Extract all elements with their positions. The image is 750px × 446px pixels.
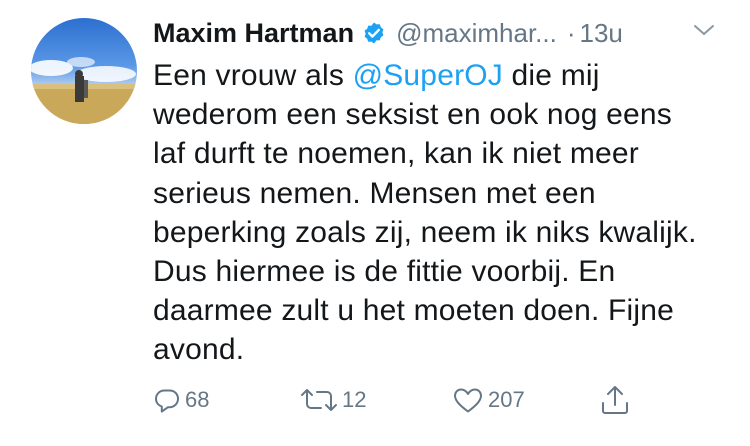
like-button[interactable]: 207 bbox=[452, 378, 525, 422]
chevron-down-icon[interactable] bbox=[692, 22, 716, 38]
timestamp[interactable]: 13u bbox=[580, 18, 623, 49]
tweet-text: Een vrouw als @SuperOJ die mij wederom e… bbox=[153, 56, 738, 370]
tweet-text-segment: Een vrouw als bbox=[153, 59, 353, 92]
speech-bubble-icon bbox=[155, 389, 179, 413]
tweet-text-line: daarmee zult u het moeten doen. Fijne bbox=[153, 294, 675, 328]
retweet-button[interactable]: 12 bbox=[300, 378, 366, 422]
share-upload-icon bbox=[602, 386, 628, 414]
share-button[interactable] bbox=[600, 378, 630, 422]
tweet-header: Maxim Hartman @maximhar... · 13u bbox=[153, 13, 723, 53]
tweet-text-segment: die mij bbox=[503, 59, 600, 92]
heart-icon bbox=[454, 388, 482, 413]
reply-button[interactable]: 68 bbox=[153, 378, 209, 422]
author-handle[interactable]: @maximhar... bbox=[396, 18, 557, 49]
retweet-count: 12 bbox=[342, 387, 367, 412]
tweet-text-line: wederom een seksist en ook nog eens bbox=[153, 98, 672, 132]
author-name[interactable]: Maxim Hartman bbox=[153, 18, 354, 49]
tweet-text-line: beperking zoals zij, neem ik niks kwalij… bbox=[153, 215, 697, 249]
tweet-text-line: Dus hiermee is de fittie voorbij. En bbox=[153, 255, 616, 289]
tweet-actions: 68 12 207 bbox=[0, 378, 750, 422]
avatar[interactable] bbox=[31, 18, 137, 124]
mention-link[interactable]: @SuperOJ bbox=[353, 59, 503, 92]
separator-dot: · bbox=[566, 17, 576, 48]
tweet-text-line: Een vrouw als @SuperOJ die mij bbox=[153, 56, 738, 95]
tweet-text-line: avond. bbox=[153, 333, 245, 367]
like-count: 207 bbox=[488, 387, 525, 412]
tweet-text-line: serieus nemen. Mensen met een bbox=[153, 176, 596, 210]
verified-badge-icon bbox=[364, 22, 384, 44]
avatar-photo bbox=[31, 57, 137, 124]
retweet-arrows-icon bbox=[301, 389, 337, 411]
reply-count: 68 bbox=[185, 387, 210, 412]
tweet-text-line: laf durft te noemen, kan ik niet meer bbox=[153, 137, 639, 171]
